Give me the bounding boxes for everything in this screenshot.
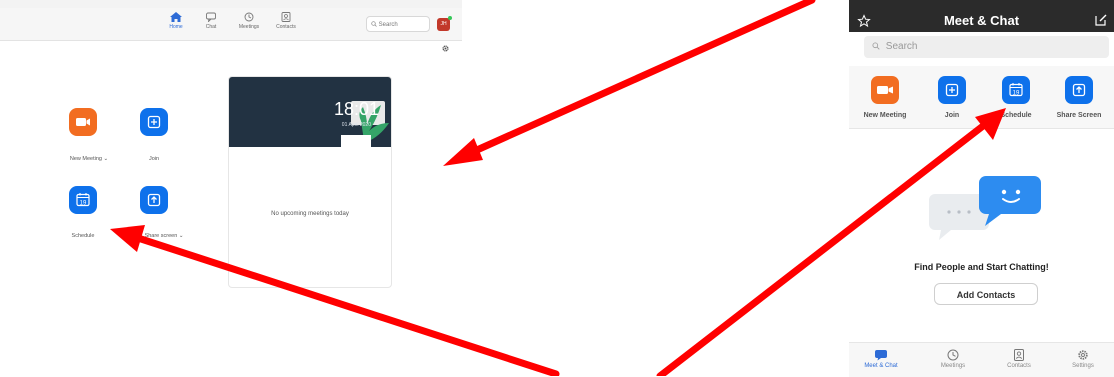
tab-label: Contacts	[1007, 363, 1031, 369]
tab-label: Meetings	[940, 363, 966, 369]
chat-icon	[206, 12, 216, 22]
nav-tab-home[interactable]: Home	[158, 12, 194, 30]
new-meeting-button[interactable]	[871, 76, 899, 104]
plus-icon	[147, 115, 161, 129]
phone-header: Meet & Chat	[849, 8, 1114, 32]
online-status-dot	[448, 16, 452, 20]
new-meeting-button[interactable]	[69, 108, 97, 136]
join-label: Join	[944, 112, 960, 119]
search-icon	[872, 42, 880, 50]
video-camera-icon	[877, 86, 893, 94]
calendar-icon: 19	[76, 193, 90, 206]
share-screen-label: Share Screen	[1056, 112, 1102, 119]
nav-tab-label: Chat	[205, 24, 217, 30]
join-label: Join	[148, 156, 160, 162]
page-title: Meet & Chat	[943, 13, 1020, 28]
tab-contacts[interactable]: Contacts	[989, 349, 1049, 369]
share-screen-button[interactable]	[140, 186, 168, 214]
tab-settings[interactable]: Settings	[1053, 349, 1113, 369]
current-date: 01 April 2020	[341, 122, 371, 128]
chat-bubble-icon	[875, 350, 887, 361]
nav-tab-contacts[interactable]: Contacts	[268, 12, 304, 30]
new-meeting-label: New Meeting	[863, 112, 907, 119]
clock-icon	[947, 349, 959, 361]
share-screen-button[interactable]	[1065, 76, 1093, 104]
nav-tab-meetings[interactable]: Meetings	[231, 12, 267, 30]
nav-tab-label: Meetings	[238, 24, 260, 30]
svg-text:19: 19	[80, 200, 87, 206]
plus-icon	[945, 83, 959, 97]
video-camera-icon	[76, 118, 90, 126]
search-input[interactable]: Search	[864, 36, 1109, 58]
quick-actions-row: New Meeting Join 19 Schedule Share Scree…	[849, 66, 1114, 128]
contacts-icon	[281, 12, 291, 22]
search-placeholder: Search	[378, 22, 398, 28]
avatar[interactable]: JH	[437, 16, 452, 31]
gear-icon	[1078, 350, 1088, 360]
schedule-button[interactable]: 19	[1002, 76, 1030, 104]
join-button[interactable]	[938, 76, 966, 104]
nav-tab-label: Contacts	[276, 24, 296, 30]
compose-icon[interactable]	[1094, 13, 1108, 27]
no-meetings-message: No upcoming meetings today	[271, 211, 349, 217]
chevron-down-icon[interactable]: ⌄	[179, 233, 184, 239]
desktop-zoom-window: Home Chat Meetings Contacts Search JH Ne…	[0, 0, 462, 376]
search-icon	[371, 21, 377, 28]
schedule-label: Schedule	[1000, 112, 1032, 119]
divider	[849, 128, 1114, 129]
calendar-header: 18:01 01 April 2020	[229, 77, 391, 147]
calendar-icon: 19	[1009, 83, 1023, 96]
phone-status-bar	[849, 0, 1114, 8]
new-meeting-label: New Meeting ⌄	[69, 156, 109, 162]
mobile-zoom-screen: Meet & Chat Search New Meeting Join 19 S…	[849, 0, 1114, 377]
schedule-label: Schedule	[71, 233, 95, 239]
tab-meet-chat[interactable]: Meet & Chat	[851, 349, 911, 369]
arrow-calendar-card	[443, 0, 816, 166]
chevron-down-icon[interactable]: ⌄	[104, 156, 109, 162]
search-input[interactable]: Search	[366, 16, 430, 32]
bottom-tab-bar: Meet & Chat Meetings Contacts Settings	[849, 342, 1114, 377]
chat-bubbles-illustration-icon	[929, 176, 1041, 240]
gear-icon[interactable]	[441, 44, 450, 53]
share-screen-label: Share screen ⌄	[144, 233, 184, 239]
svg-text:19: 19	[1013, 90, 1020, 96]
add-contacts-button[interactable]: Add Contacts	[934, 283, 1038, 305]
nav-tab-label: Home	[169, 24, 183, 30]
tab-label: Meet & Chat	[864, 363, 898, 369]
window-titlebar	[0, 0, 462, 8]
clock-icon	[244, 12, 254, 22]
tab-meetings[interactable]: Meetings	[923, 349, 983, 369]
avatar-initials: JH	[440, 21, 447, 27]
find-people-heading: Find People and Start Chatting!	[914, 262, 1049, 272]
home-icon	[170, 12, 182, 22]
contacts-icon	[1014, 349, 1024, 361]
share-screen-icon	[147, 193, 161, 207]
search-placeholder: Search	[885, 41, 918, 52]
join-button[interactable]	[140, 108, 168, 136]
nav-tab-chat[interactable]: Chat	[193, 12, 229, 30]
schedule-button[interactable]: 19	[69, 186, 97, 214]
current-time: 18:01	[333, 99, 379, 119]
share-screen-icon	[1072, 83, 1086, 97]
tab-label: Settings	[1072, 363, 1094, 369]
upcoming-meetings-card: 18:01 01 April 2020 No upcoming meetings…	[228, 76, 392, 288]
